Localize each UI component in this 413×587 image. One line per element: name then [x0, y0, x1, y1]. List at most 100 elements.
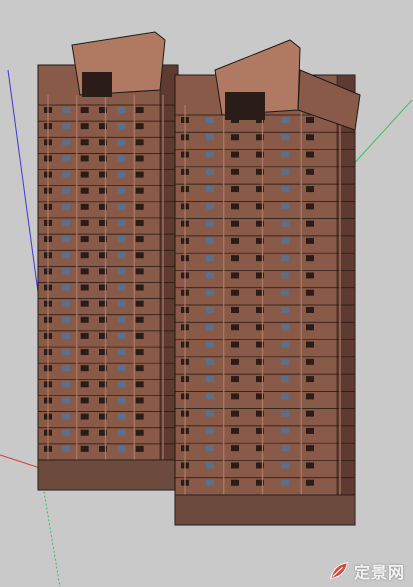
sketchup-model-viewport[interactable]	[0, 0, 413, 587]
left-tower-window	[62, 300, 71, 307]
left-tower-window	[117, 155, 126, 162]
left-tower-window	[80, 107, 89, 113]
right-tower-window	[231, 445, 239, 452]
left-tower-window	[117, 268, 126, 275]
right-tower-window	[281, 410, 289, 417]
left-tower-window	[135, 139, 144, 146]
right-tower-window	[306, 307, 314, 313]
left-tower-window	[62, 397, 71, 404]
left-tower-window	[80, 203, 89, 210]
left-tower-window	[62, 429, 71, 436]
left-tower-window	[135, 155, 144, 162]
right-tower-window	[281, 376, 289, 383]
right-tower-window	[281, 220, 289, 227]
left-tower-window	[80, 123, 89, 130]
left-tower-window	[135, 171, 144, 178]
right-tower-window	[231, 134, 239, 141]
right-tower-window	[281, 427, 289, 434]
right-tower-window	[231, 255, 239, 262]
left-tower-window	[117, 381, 126, 388]
left-tower-window	[80, 171, 89, 178]
right-tower-window	[306, 237, 314, 244]
left-tower-window	[135, 397, 144, 404]
right-tower-window	[281, 203, 289, 210]
right-tower-window	[281, 341, 289, 348]
right-tower-window	[306, 220, 314, 227]
left-tower-window	[62, 268, 71, 275]
left-tower-window	[135, 203, 144, 210]
left-tower-window	[117, 413, 126, 420]
right-tower-window	[306, 255, 314, 262]
left-tower-window	[80, 268, 89, 275]
leaf-logo-icon	[330, 562, 348, 579]
left-tower-window	[62, 139, 71, 146]
left-tower-window	[135, 219, 144, 226]
left-tower-window	[117, 171, 126, 178]
right-tower-window	[281, 289, 289, 296]
left-tower-window	[117, 123, 126, 130]
left-tower-window	[80, 300, 89, 307]
left-tower-window	[135, 316, 144, 323]
right-tower-window	[206, 445, 214, 452]
left-tower-window	[80, 155, 89, 162]
left-tower-window	[62, 155, 71, 162]
right-tower-window	[306, 168, 314, 175]
left-tower-window	[62, 252, 71, 259]
right-tower-window	[306, 272, 314, 279]
right-tower-window	[231, 479, 239, 486]
left-tower-window	[117, 284, 126, 291]
left-tower-window	[80, 381, 89, 388]
left-tower-base	[37, 459, 179, 491]
left-tower-window	[80, 219, 89, 226]
right-tower-window	[231, 289, 239, 296]
left-tower-window	[62, 332, 71, 339]
right-tower-window	[206, 324, 214, 331]
right-tower-window	[231, 462, 239, 469]
left-tower-window	[117, 219, 126, 226]
right-tower-window	[306, 151, 314, 158]
right-tower-window	[306, 479, 314, 486]
right-tower-window	[281, 134, 289, 141]
left-tower-window	[62, 349, 71, 356]
left-tower-window	[135, 429, 144, 436]
right-tower-window	[231, 341, 239, 348]
left-tower-crown-window	[82, 72, 112, 97]
right-tower-window	[206, 151, 214, 158]
left-tower-window	[117, 252, 126, 259]
right-tower-window	[306, 117, 314, 123]
right-tower-window	[206, 307, 214, 313]
left-tower-window	[62, 203, 71, 210]
left-tower-window	[80, 139, 89, 146]
right-tower-window	[231, 427, 239, 434]
left-tower-window	[62, 219, 71, 226]
right-tower-window	[206, 255, 214, 262]
left-tower-window	[80, 252, 89, 259]
left-tower-window	[80, 445, 89, 452]
right-tower-window	[306, 186, 314, 193]
right-tower-window	[206, 134, 214, 141]
left-tower-window	[80, 397, 89, 404]
left-tower-window	[117, 300, 126, 307]
right-tower-window	[306, 445, 314, 452]
right-tower-window	[231, 376, 239, 383]
left-tower-window	[80, 413, 89, 420]
left-tower-window	[135, 187, 144, 194]
right-tower-facade	[174, 74, 356, 526]
right-tower-window	[206, 341, 214, 348]
model-scene[interactable]	[0, 0, 413, 587]
left-tower-window	[135, 252, 144, 259]
right-tower-window	[206, 220, 214, 227]
right-tower-window	[281, 393, 289, 400]
left-tower-window	[80, 284, 89, 291]
watermark: 定景网	[328, 559, 405, 583]
right-tower-window	[206, 186, 214, 193]
right-tower-window	[231, 324, 239, 331]
left-tower-window	[117, 203, 126, 210]
right-tower-window	[281, 168, 289, 175]
right-tower-window	[231, 220, 239, 227]
left-tower-facade	[37, 64, 179, 491]
right-tower-window	[281, 255, 289, 262]
right-tower-crown-window	[225, 92, 265, 120]
right-tower-window	[206, 117, 214, 123]
left-tower-window	[135, 413, 144, 420]
